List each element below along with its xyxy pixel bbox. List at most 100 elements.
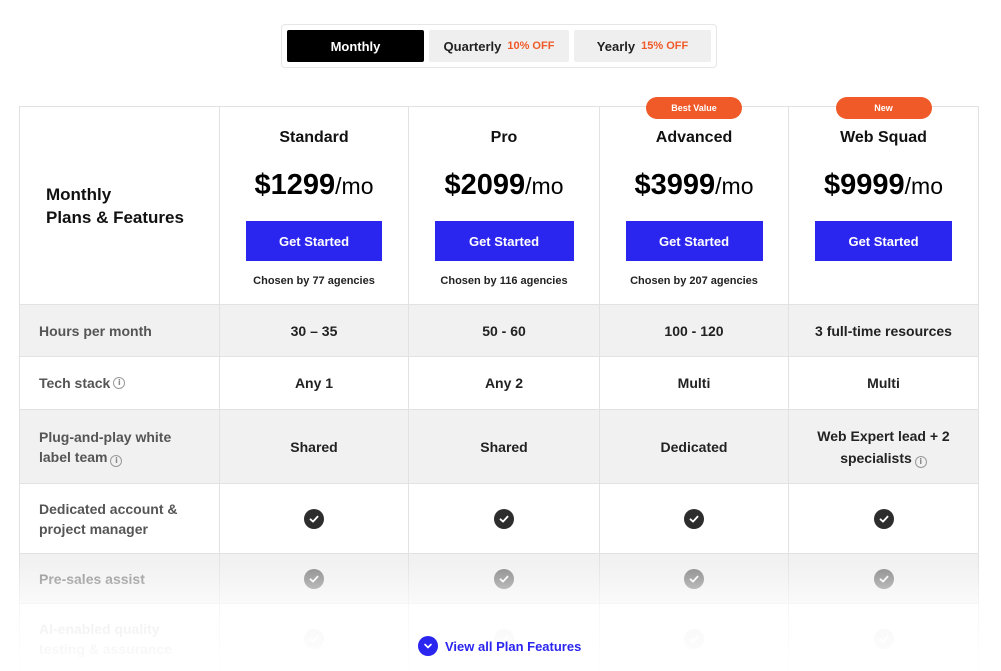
feature-row-hours: Hours per month 30 – 35 50 - 60 100 - 12… bbox=[20, 305, 978, 357]
feature-label-line2: project manager bbox=[39, 520, 148, 537]
check-icon bbox=[684, 628, 704, 649]
check-icon bbox=[304, 508, 324, 529]
feature-label-line2: label team bbox=[39, 448, 108, 465]
feature-value: Dedicated bbox=[600, 410, 789, 483]
plan-price-period: /mo bbox=[335, 173, 374, 199]
plan-name: Standard bbox=[279, 129, 349, 146]
feature-value: 50 - 60 bbox=[409, 305, 600, 356]
check-icon bbox=[684, 508, 704, 529]
feature-label-cell: Tech stack i bbox=[20, 357, 220, 409]
feature-check-cell bbox=[600, 484, 789, 553]
plan-price: $9999/mo bbox=[824, 167, 943, 203]
check-icon bbox=[873, 568, 894, 589]
check-icon bbox=[684, 568, 704, 589]
plan-price: $1299/mo bbox=[255, 167, 374, 203]
feature-label-line1: Dedicated account & bbox=[39, 500, 178, 517]
plan-price: $2099/mo bbox=[445, 167, 564, 203]
toggle-monthly[interactable]: Monthly bbox=[287, 30, 424, 62]
toggle-yearly[interactable]: Yearly 15% OFF bbox=[574, 30, 711, 62]
info-icon[interactable]: i bbox=[113, 377, 126, 389]
get-started-button-advanced[interactable]: Get Started bbox=[625, 221, 763, 261]
check-icon bbox=[494, 568, 514, 589]
get-started-button-standard[interactable]: Get Started bbox=[246, 221, 382, 261]
plan-card-advanced: Best Value Advanced $3999/mo Get Started… bbox=[600, 97, 789, 304]
check-icon bbox=[304, 568, 324, 589]
feature-row-white-label-team: Plug-and-play white label team i Shared S… bbox=[20, 410, 978, 484]
plan-price-amount: $9999 bbox=[824, 169, 905, 201]
feature-label: Pre-sales assist bbox=[20, 554, 220, 603]
toggle-quarterly-label: Quarterly bbox=[443, 38, 502, 54]
plan-price: $3999/mo bbox=[635, 167, 754, 203]
table-heading-line2: Plans & Features bbox=[46, 207, 184, 227]
feature-value: Shared bbox=[220, 410, 409, 483]
feature-row-pre-sales: Pre-sales assist bbox=[20, 554, 978, 604]
feature-value: Multi bbox=[600, 357, 789, 409]
new-badge: New bbox=[835, 97, 932, 119]
plan-card-standard: Standard $1299/mo Get Started Chosen by … bbox=[220, 107, 409, 304]
plan-price-amount: $1299 bbox=[254, 169, 336, 201]
plan-price-period: /mo bbox=[715, 173, 754, 199]
feature-value: Any 1 bbox=[220, 357, 409, 409]
get-started-button-pro[interactable]: Get Started bbox=[434, 221, 574, 261]
feature-label-line1: AI-enabled quality bbox=[39, 620, 160, 637]
billing-period-toggle: Monthly Quarterly 10% OFF Yearly 15% OFF bbox=[281, 24, 717, 68]
feature-value-line1: Web Expert lead + 2 bbox=[817, 427, 950, 444]
plan-price-amount: $3999 bbox=[634, 169, 716, 201]
feature-check-cell bbox=[409, 484, 600, 553]
feature-value: Shared bbox=[409, 410, 600, 483]
check-icon bbox=[494, 508, 514, 529]
feature-label-cell: Dedicated account & project manager bbox=[20, 484, 220, 553]
best-value-badge: Best Value bbox=[646, 97, 742, 119]
check-icon bbox=[304, 628, 324, 649]
feature-check-cell bbox=[409, 554, 600, 603]
feature-label-cell: Plug-and-play white label team i bbox=[20, 410, 220, 483]
feature-row-account-manager: Dedicated account & project manager bbox=[20, 484, 978, 554]
feature-check-cell bbox=[220, 604, 409, 671]
chosen-by-count: Chosen by 77 agencies bbox=[253, 275, 375, 287]
check-icon bbox=[873, 508, 894, 529]
chevron-down-icon bbox=[418, 636, 438, 656]
feature-row-tech-stack: Tech stack i Any 1 Any 2 Multi Multi bbox=[20, 357, 978, 410]
feature-value: 3 full-time resources bbox=[815, 322, 952, 339]
feature-label: Hours per month bbox=[20, 305, 220, 356]
chosen-by-count: Chosen by 207 agencies bbox=[630, 275, 758, 287]
feature-check-cell bbox=[789, 554, 978, 603]
feature-value: 100 - 120 bbox=[600, 305, 789, 356]
plans-header-row: Monthly Plans & Features Standard $1299/… bbox=[20, 97, 978, 305]
toggle-monthly-label: Monthly bbox=[330, 38, 381, 54]
plan-price-amount: $2099 bbox=[444, 169, 526, 201]
info-icon[interactable]: i bbox=[110, 454, 123, 467]
plan-name: Web Squad bbox=[840, 129, 927, 146]
check-icon bbox=[873, 628, 894, 649]
chosen-by-count: Chosen by 116 agencies bbox=[440, 275, 568, 287]
plan-price-period: /mo bbox=[525, 173, 564, 199]
feature-label: Tech stack bbox=[39, 375, 111, 391]
plan-card-pro: Pro $2099/mo Get Started Chosen by 116 a… bbox=[409, 107, 600, 304]
feature-check-cell bbox=[220, 484, 409, 553]
feature-label-cell: AI-enabled quality testing & assurance bbox=[20, 604, 220, 671]
feature-check-cell bbox=[600, 554, 789, 603]
plan-name: Pro bbox=[490, 129, 518, 146]
yearly-discount: 15% OFF bbox=[641, 40, 689, 52]
feature-check-cell bbox=[789, 604, 978, 671]
toggle-yearly-label: Yearly bbox=[596, 38, 636, 54]
plan-card-web-squad: New Web Squad $9999/mo Get Started bbox=[789, 97, 978, 304]
toggle-quarterly[interactable]: Quarterly 10% OFF bbox=[429, 30, 569, 62]
info-icon[interactable]: i bbox=[914, 455, 927, 468]
pricing-table: Monthly Plans & Features Standard $1299/… bbox=[19, 97, 979, 671]
get-started-button-web-squad[interactable]: Get Started bbox=[815, 221, 952, 261]
feature-check-cell bbox=[220, 554, 409, 603]
plan-name: Advanced bbox=[655, 129, 733, 146]
feature-check-cell bbox=[600, 604, 789, 671]
feature-value-web-squad: Web Expert lead + 2 specialists i bbox=[789, 410, 978, 483]
feature-value: 30 – 35 bbox=[220, 305, 409, 356]
view-all-features-label: View all Plan Features bbox=[445, 638, 582, 654]
plan-price-period: /mo bbox=[904, 173, 943, 199]
feature-label-line2: testing & assurance bbox=[39, 640, 173, 657]
feature-value: Multi bbox=[867, 375, 900, 391]
feature-check-cell bbox=[789, 484, 978, 553]
table-heading-line1: Monthly bbox=[46, 184, 112, 204]
quarterly-discount: 10% OFF bbox=[507, 40, 555, 52]
view-all-features-link[interactable]: View all Plan Features bbox=[418, 635, 581, 657]
feature-value: Any 2 bbox=[409, 357, 600, 409]
